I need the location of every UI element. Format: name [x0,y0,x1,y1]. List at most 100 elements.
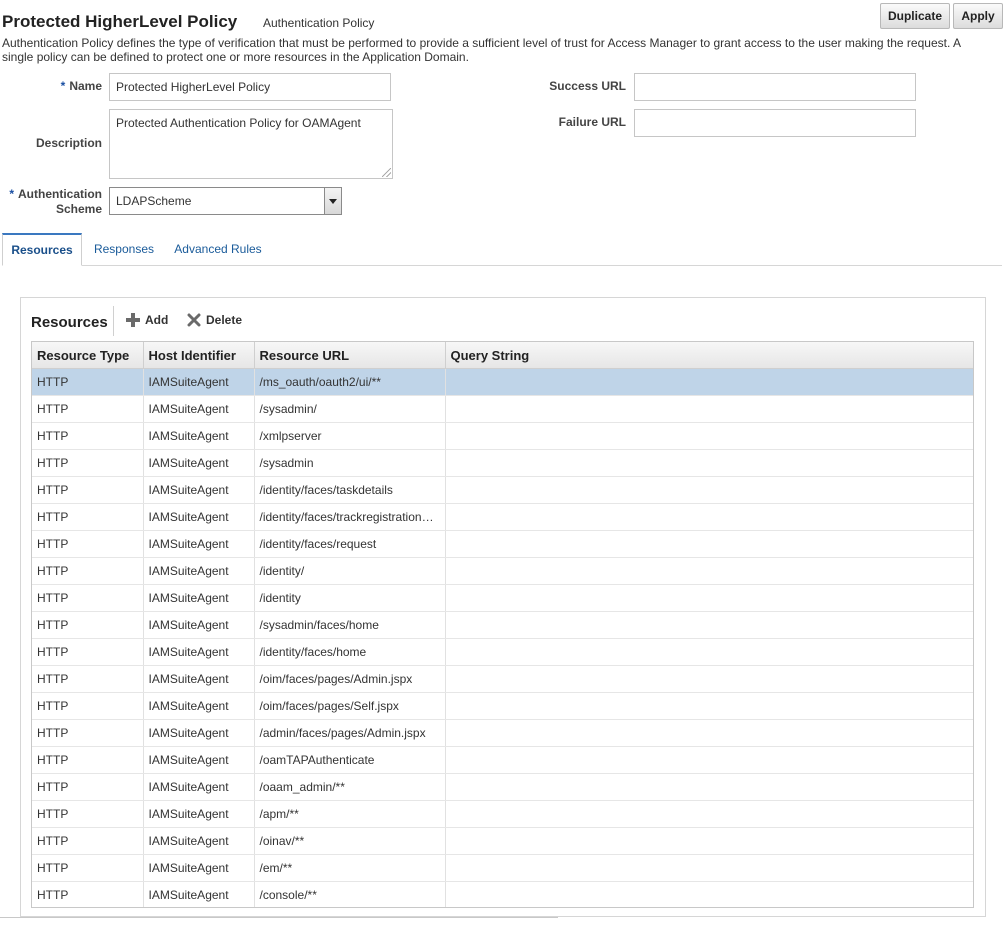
tab-responses[interactable]: Responses [84,233,164,264]
query-string-cell [445,476,973,504]
column-header-host-identifier[interactable]: Host Identifier [143,342,255,369]
table-row[interactable]: HTTP IAMSuiteAgent/oim/faces/pages/Admin.… [32,665,973,693]
resource-type-cell: HTTP [32,665,144,693]
resource-type-cell: HTTP [32,746,144,774]
table-row[interactable]: HTTP IAMSuiteAgent/ms_oauth/oauth2/ui/** [32,368,973,396]
table-row[interactable]: HTTP IAMSuiteAgent/admin/faces/pages/Admi… [32,719,973,747]
host-identifier-cell: IAMSuiteAgent [143,557,255,585]
resource-type-cell: HTTP [32,692,144,720]
table-row[interactable]: HTTP IAMSuiteAgent/xmlpserver [32,422,973,450]
description-field-wrap: Protected Authentication Policy for OAMA… [109,109,393,179]
resource-url-cell: /apm/** [254,800,446,828]
query-string-cell [445,773,973,801]
query-string-cell [445,611,973,639]
policy-description-text: Authentication Policy defines the type o… [2,36,961,64]
query-string-cell [445,854,973,882]
table-row[interactable]: HTTP IAMSuiteAgent/identity/faces/taskdet… [32,476,973,504]
resource-type-cell: HTTP [32,584,144,612]
delete-x-icon [187,313,201,327]
column-header-resource-type[interactable]: Resource Type [32,342,144,369]
failure-url-label: Failure URL [558,115,626,129]
tab-resources[interactable]: Resources [2,233,82,266]
resource-url-cell: /console/** [254,881,446,907]
auth-scheme-value: LDAPScheme [116,194,192,208]
resource-url-cell: /identity/faces/request [254,530,446,558]
table-row[interactable]: HTTP IAMSuiteAgent/identity/ [32,557,973,585]
query-string-cell [445,503,973,531]
resource-url-cell: /admin/faces/pages/Admin.jspx [254,719,446,747]
table-row[interactable]: HTTP IAMSuiteAgent/apm/** [32,800,973,828]
host-identifier-cell: IAMSuiteAgent [143,395,255,423]
query-string-cell [445,665,973,693]
host-identifier-cell: IAMSuiteAgent [143,746,255,774]
duplicate-button[interactable]: Duplicate [880,3,950,29]
host-identifier-cell: IAMSuiteAgent [143,638,255,666]
chevron-down-icon[interactable] [324,188,341,214]
resources-title: Resources [31,314,108,331]
table-row[interactable]: HTTP IAMSuiteAgent/em/** [32,854,973,882]
delete-resource-button[interactable]: Delete [187,313,242,327]
resource-url-cell: /oim/faces/pages/Self.jspx [254,692,446,720]
table-header-row: Resource Type Host Identifier Resource U… [32,342,973,369]
resource-url-cell: /identity [254,584,446,612]
table-row[interactable]: HTTP IAMSuiteAgent/identity/faces/trackre… [32,503,973,531]
query-string-cell [445,638,973,666]
auth-scheme-select[interactable]: LDAPScheme [109,187,342,215]
host-identifier-cell: IAMSuiteAgent [143,692,255,720]
query-string-cell [445,881,973,907]
page-title: Protected HigherLevel Policy [2,12,238,31]
success-url-field[interactable] [634,73,916,101]
table-row[interactable]: HTTP IAMSuiteAgent/oaam_admin/** [32,773,973,801]
query-string-cell [445,746,973,774]
host-identifier-cell: IAMSuiteAgent [143,800,255,828]
resource-url-cell: /sysadmin [254,449,446,477]
resource-url-cell: /identity/ [254,557,446,585]
resource-url-cell: /em/** [254,854,446,882]
host-identifier-cell: IAMSuiteAgent [143,503,255,531]
tab-advanced-rules[interactable]: Advanced Rules [168,233,268,264]
query-string-cell [445,449,973,477]
host-identifier-cell: IAMSuiteAgent [143,881,255,907]
add-resource-button[interactable]: Add [126,313,168,327]
table-row[interactable]: HTTP IAMSuiteAgent/sysadmin/ [32,395,973,423]
table-row[interactable]: HTTP IAMSuiteAgent/oamTAPAuthenticate [32,746,973,774]
required-marker: * [60,79,66,93]
resize-grip-icon[interactable] [382,168,391,177]
table-row[interactable]: HTTP IAMSuiteAgent/console/** [32,881,973,907]
query-string-cell [445,395,973,423]
divider [0,917,558,918]
resource-type-cell: HTTP [32,827,144,855]
toolbar-divider [113,306,114,336]
apply-button[interactable]: Apply [953,3,1003,29]
table-row[interactable]: HTTP IAMSuiteAgent/identity/faces/request [32,530,973,558]
table-row[interactable]: HTTP IAMSuiteAgent/sysadmin/faces/home [32,611,973,639]
resource-type-cell: HTTP [32,800,144,828]
query-string-cell [445,719,973,747]
host-identifier-cell: IAMSuiteAgent [143,449,255,477]
query-string-cell [445,530,973,558]
failure-url-field[interactable] [634,109,916,137]
column-header-resource-url[interactable]: Resource URL [254,342,446,369]
description-field[interactable]: Protected Authentication Policy for OAMA… [109,109,393,179]
page-header: Protected HigherLevel Policy Authenticat… [2,8,1006,34]
table-row[interactable]: HTTP IAMSuiteAgent/oinav/** [32,827,973,855]
table-row[interactable]: HTTP IAMSuiteAgent/sysadmin [32,449,973,477]
resource-url-cell: /xmlpserver [254,422,446,450]
resource-url-cell: /oaam_admin/** [254,773,446,801]
column-header-query-string[interactable]: Query String [445,342,973,369]
description-label: Description [35,136,102,150]
query-string-cell [445,827,973,855]
host-identifier-cell: IAMSuiteAgent [143,611,255,639]
host-identifier-cell: IAMSuiteAgent [143,368,255,396]
table-row[interactable]: HTTP IAMSuiteAgent/identity [32,584,973,612]
table-row[interactable]: HTTP IAMSuiteAgent/identity/faces/home [32,638,973,666]
host-identifier-cell: IAMSuiteAgent [143,530,255,558]
name-field[interactable] [109,73,391,101]
name-label: * Name [60,79,102,93]
resource-url-cell: /identity/faces/trackregistration… [254,503,446,531]
table-row[interactable]: HTTP IAMSuiteAgent/oim/faces/pages/Self.j… [32,692,973,720]
query-string-cell [445,422,973,450]
resource-type-cell: HTTP [32,854,144,882]
resource-type-cell: HTTP [32,638,144,666]
resource-type-cell: HTTP [32,557,144,585]
